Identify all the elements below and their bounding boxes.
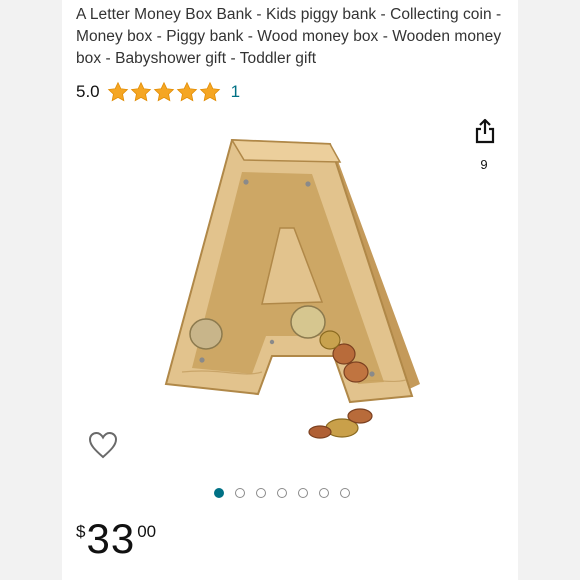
price-whole: 33 — [86, 515, 136, 562]
price-fraction: 00 — [137, 522, 157, 541]
product-image[interactable] — [162, 132, 422, 452]
share-icon — [475, 118, 495, 144]
star-icon — [199, 81, 220, 102]
image-carousel-dots[interactable] — [214, 488, 350, 498]
carousel-dot-5[interactable] — [298, 488, 308, 498]
star-icon — [130, 81, 151, 102]
share-button[interactable] — [470, 116, 500, 146]
carousel-dot-3[interactable] — [256, 488, 266, 498]
price-currency-symbol: $ — [76, 522, 86, 541]
carousel-dot-6[interactable] — [319, 488, 329, 498]
carousel-dot-7[interactable] — [340, 488, 350, 498]
product-title: A Letter Money Box Bank - Kids piggy ban… — [76, 6, 502, 67]
carousel-dot-1[interactable] — [214, 488, 224, 498]
star-icon — [107, 81, 128, 102]
carousel-dot-4[interactable] — [277, 488, 287, 498]
star-icon — [176, 81, 197, 102]
price: $ 33 00 — [76, 518, 156, 560]
rating-value: 5.0 — [76, 82, 100, 101]
wishlist-heart-icon[interactable] — [86, 428, 120, 462]
star-rating[interactable] — [107, 81, 221, 103]
star-icon — [153, 81, 174, 102]
rating-count-link[interactable]: 1 — [231, 82, 240, 102]
share-count: 9 — [480, 157, 488, 172]
carousel-dot-2[interactable] — [235, 488, 245, 498]
rating-row[interactable]: 5.0 1 — [76, 80, 240, 104]
product-page: A Letter Money Box Bank - Kids piggy ban… — [62, 0, 518, 580]
